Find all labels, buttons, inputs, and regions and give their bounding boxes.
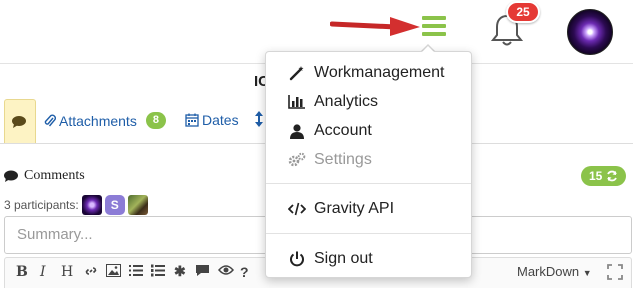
tab-dates[interactable]: Dates xyxy=(185,112,239,128)
quote-icon[interactable] xyxy=(195,264,210,277)
user-avatar[interactable] xyxy=(567,9,613,55)
menu-item-label: Settings xyxy=(314,151,372,168)
help-icon[interactable]: ? xyxy=(240,264,249,280)
participant-avatar[interactable]: S xyxy=(104,195,125,215)
editor-mode-label: MarkDown xyxy=(517,264,580,279)
bar-chart-icon xyxy=(288,95,306,109)
attachments-count-badge: 8 xyxy=(145,112,166,129)
comments-count-badge[interactable]: 15 xyxy=(581,166,627,186)
comments-count: 15 xyxy=(589,169,603,183)
comments-icon xyxy=(12,116,26,128)
hamburger-menu-icon[interactable] xyxy=(420,14,448,38)
participant-avatar[interactable] xyxy=(127,195,148,215)
tab-comments[interactable] xyxy=(4,99,36,144)
italic-icon[interactable]: I xyxy=(40,264,46,280)
menu-item-analytics[interactable]: Analytics xyxy=(266,89,471,115)
participants-row: 3 participants: S xyxy=(4,195,148,215)
link-icon[interactable] xyxy=(84,264,98,278)
numbered-list-icon[interactable] xyxy=(151,264,165,277)
notifications-count-badge[interactable]: 25 xyxy=(506,1,540,23)
menu-item-label: Account xyxy=(314,122,372,139)
menu-divider xyxy=(266,183,471,184)
calendar-icon xyxy=(185,113,199,127)
code-icon xyxy=(288,202,306,216)
bullet-list-icon[interactable] xyxy=(129,264,143,277)
participant-avatar[interactable] xyxy=(81,195,102,215)
menu-divider xyxy=(266,233,471,234)
menu-item-label: Sign out xyxy=(314,250,373,267)
fullscreen-icon[interactable] xyxy=(607,264,623,280)
preview-eye-icon[interactable] xyxy=(218,264,234,276)
menu-item-workmanagement[interactable]: Workmanagement xyxy=(266,60,471,86)
tab-attachments[interactable]: Attachments 8 xyxy=(44,112,166,129)
editor-mode-dropdown[interactable]: MarkDown ▼ xyxy=(517,264,592,279)
menu-item-label: Analytics xyxy=(314,93,379,110)
user-icon xyxy=(288,123,306,139)
refresh-icon xyxy=(607,170,618,182)
bold-icon[interactable]: B xyxy=(16,264,28,280)
menu-item-settings[interactable]: Settings xyxy=(266,147,471,173)
caret-down-icon: ▼ xyxy=(582,268,592,278)
menu-item-label: Gravity API xyxy=(314,200,395,217)
tab-attachments-label: Attachments xyxy=(59,112,137,129)
magic-wand-icon xyxy=(288,65,306,81)
menu-item-gravity-api[interactable]: Gravity API xyxy=(266,196,471,222)
tab-dates-label: Dates xyxy=(202,112,239,128)
paperclip-icon xyxy=(44,114,56,126)
asterisk-icon[interactable]: ✱ xyxy=(174,264,186,280)
main-dropdown-menu: Workmanagement Analytics Account Setting… xyxy=(265,51,472,278)
comments-icon xyxy=(4,170,18,182)
power-icon xyxy=(288,251,306,267)
red-arrow-annotation-icon xyxy=(330,17,420,36)
heading-icon[interactable]: H xyxy=(61,264,73,280)
menu-item-sign-out[interactable]: Sign out xyxy=(266,246,471,272)
comments-title: Comments xyxy=(24,168,85,183)
image-icon[interactable] xyxy=(106,264,121,277)
vertical-arrows-icon[interactable] xyxy=(254,110,264,128)
menu-caret-fill xyxy=(421,46,435,53)
menu-item-label: Workmanagement xyxy=(314,64,445,81)
menu-item-account[interactable]: Account xyxy=(266,118,471,144)
participants-label: 3 participants: xyxy=(4,198,79,212)
gears-icon xyxy=(288,152,306,168)
comments-heading: Comments xyxy=(4,168,85,184)
